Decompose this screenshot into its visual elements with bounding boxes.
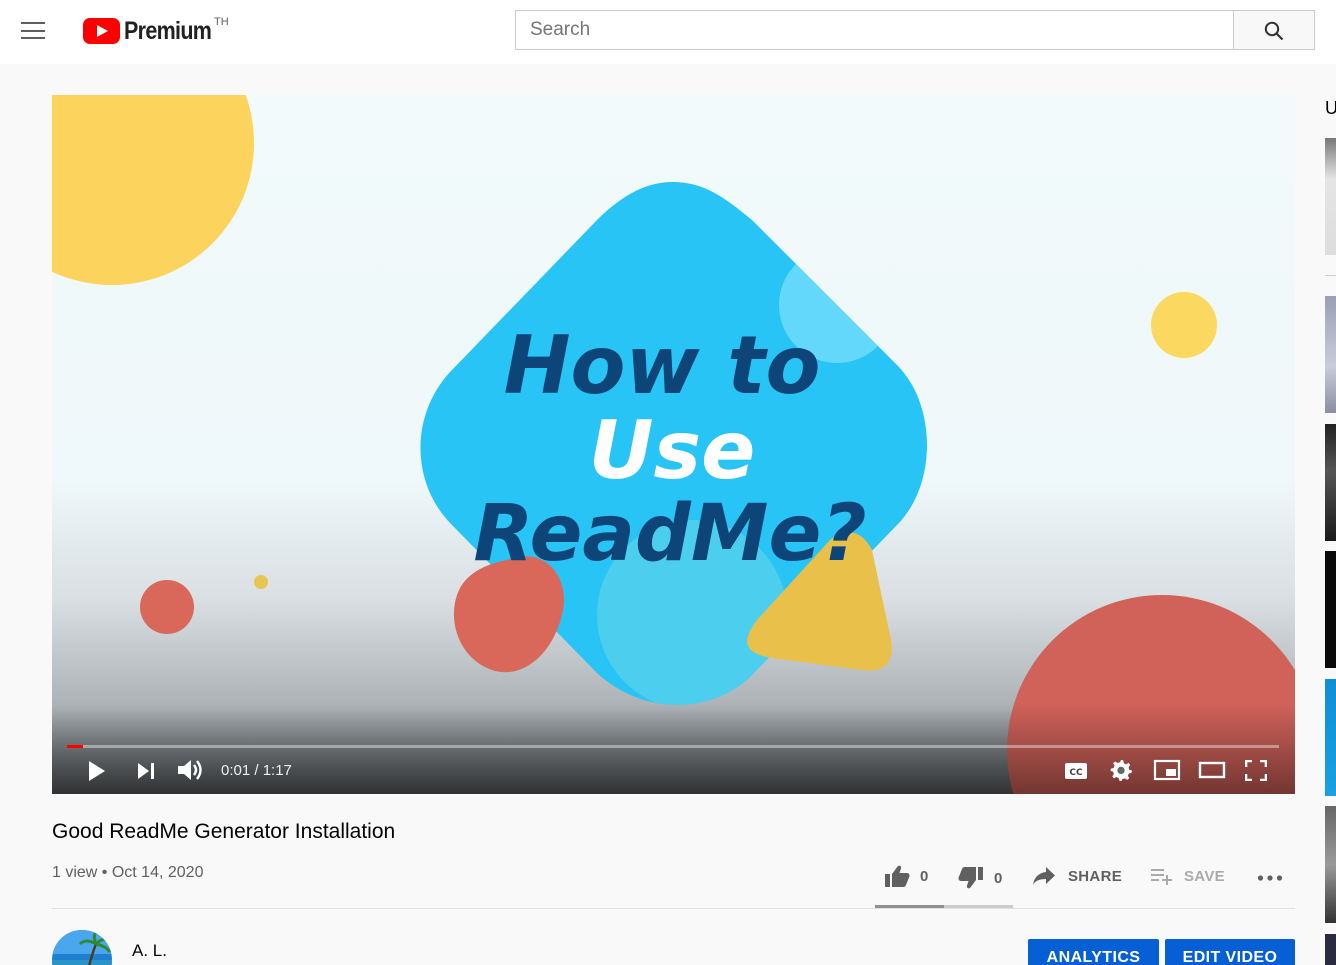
video-info: 1 view • Oct 14, 2020: [52, 864, 204, 881]
save-label: SAVE: [1184, 867, 1225, 885]
channel-name[interactable]: A. L.: [132, 941, 167, 961]
playlist-add-icon: [1151, 869, 1172, 885]
sidebar-divider: [1325, 275, 1336, 276]
thumbs-up-icon: [885, 865, 910, 887]
volume-icon[interactable]: [176, 757, 204, 783]
analytics-button[interactable]: ANALYTICS: [1028, 939, 1159, 965]
edit-video-button[interactable]: EDIT VIDEO: [1165, 939, 1295, 965]
like-button[interactable]: 0: [884, 864, 928, 888]
settings-icon[interactable]: [1110, 759, 1132, 781]
miniplayer-icon[interactable]: [1153, 759, 1181, 781]
dislike-button[interactable]: 0: [958, 866, 1002, 890]
sidebar-thumbnail-6[interactable]: [1325, 806, 1336, 923]
sidebar-heading: U: [1325, 98, 1336, 118]
youtube-premium-logo[interactable]: Premium: [83, 16, 225, 46]
svg-text:CC: CC: [1069, 768, 1083, 778]
search-input[interactable]: [515, 10, 1234, 50]
like-count: 0: [920, 867, 929, 885]
search-icon: [1264, 21, 1284, 41]
video-frame: How to Use ReadMe?: [52, 95, 1295, 794]
divider: [52, 908, 1295, 909]
country-code: TH: [214, 16, 229, 28]
avatar[interactable]: [52, 930, 112, 965]
share-icon: [1033, 867, 1055, 885]
next-icon[interactable]: [136, 761, 156, 781]
sidebar-thumbnail-2[interactable]: [1325, 296, 1336, 413]
theater-icon[interactable]: [1198, 761, 1226, 779]
coral-dot-shape: [140, 580, 194, 634]
save-button[interactable]: SAVE: [1150, 866, 1225, 886]
thumbs-down-icon: [958, 867, 983, 889]
sidebar-thumbnail-4[interactable]: [1325, 551, 1336, 668]
sidebar-thumbnail-3[interactable]: [1325, 424, 1336, 541]
search-button[interactable]: [1233, 10, 1315, 50]
video-title: Good ReadMe Generator Installation: [52, 820, 396, 843]
overlay-text-line-2: Use: [589, 404, 756, 497]
sidebar-thumbnail-7[interactable]: [1325, 934, 1336, 965]
video-player[interactable]: How to Use ReadMe? 0:01 / 1:17 CC: [52, 95, 1295, 794]
sidebar-thumbnail-1[interactable]: [1325, 138, 1336, 255]
more-horizontal-icon: [1257, 875, 1283, 881]
overlay-text-line-1: How to: [504, 319, 821, 412]
progress-played: [67, 745, 83, 748]
youtube-play-icon: [83, 18, 120, 44]
captions-icon[interactable]: CC: [1064, 762, 1088, 780]
share-button[interactable]: SHARE: [1032, 866, 1122, 886]
palm-beach-avatar-image: [52, 930, 112, 965]
time-display: 0:01 / 1:17: [221, 762, 292, 779]
sidebar-thumbnail-5[interactable]: [1325, 679, 1336, 796]
controls-gradient: [52, 704, 1295, 794]
play-icon[interactable]: [86, 759, 108, 783]
yellow-circle-shape: [52, 95, 254, 285]
overlay-text-line-3: ReadMe?: [473, 489, 866, 579]
share-label: SHARE: [1068, 867, 1123, 885]
menu-icon[interactable]: [21, 22, 45, 40]
progress-bar[interactable]: [67, 745, 1279, 748]
more-actions-button[interactable]: [1257, 874, 1283, 882]
masthead: Premium TH: [0, 0, 1336, 64]
tiny-yellow-dot-shape: [254, 575, 268, 589]
logo-text: Premium: [124, 17, 212, 45]
fullscreen-icon[interactable]: [1245, 760, 1267, 781]
small-yellow-circle-shape: [1151, 292, 1217, 358]
dislike-count: 0: [994, 869, 1003, 887]
